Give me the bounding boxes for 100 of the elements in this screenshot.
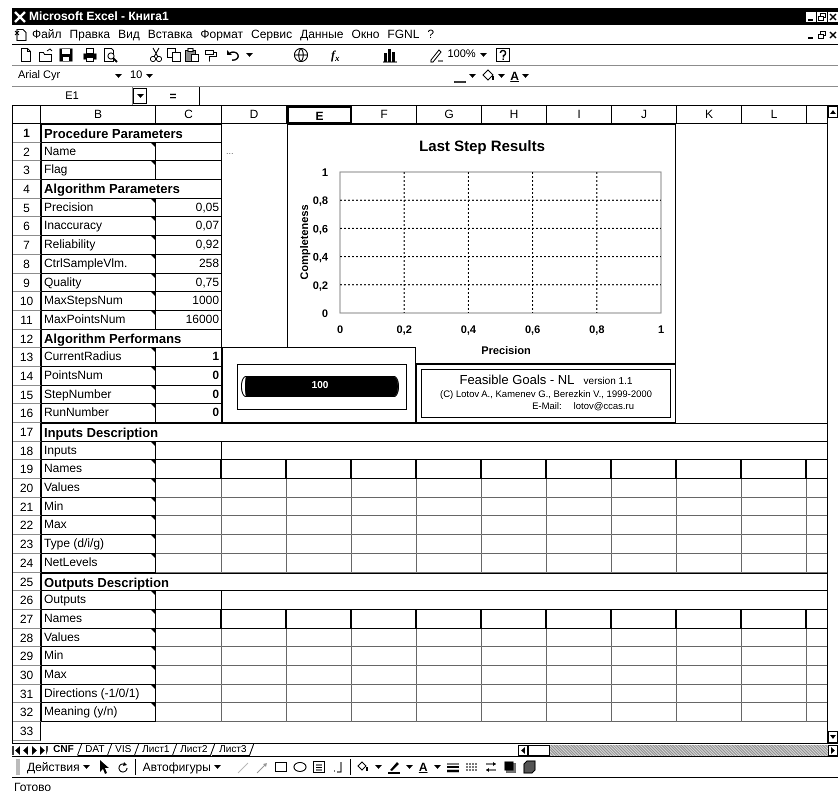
pen-icon[interactable] (428, 47, 444, 63)
undo-icon[interactable] (226, 47, 242, 63)
equals-button[interactable]: = (147, 87, 199, 105)
row-header[interactable]: 30 (13, 666, 41, 685)
first-sheet-icon[interactable] (12, 744, 21, 756)
save-icon[interactable] (58, 47, 74, 63)
column-header[interactable]: H (482, 106, 547, 124)
font-color-button[interactable]: A (509, 70, 520, 82)
caret-icon[interactable] (146, 74, 154, 78)
row-header[interactable]: 2 (13, 142, 41, 162)
row-header[interactable]: 9 (13, 274, 41, 292)
menu-item[interactable]: Вид (114, 27, 144, 42)
caret-icon[interactable] (469, 74, 476, 78)
row-header[interactable]: 13 (13, 348, 41, 367)
chart-icon[interactable] (382, 47, 398, 63)
arrow-style-icon[interactable] (484, 760, 498, 774)
scroll-right-icon[interactable] (828, 744, 838, 756)
menu-item[interactable]: Правка (66, 27, 114, 42)
autoshapes-menu-button[interactable]: Автофигуры (140, 760, 223, 774)
row-header[interactable]: 14 (13, 366, 41, 386)
rotate-icon[interactable] (116, 760, 130, 774)
caret-icon[interactable] (406, 765, 413, 769)
paste-icon[interactable] (184, 47, 200, 63)
row-header[interactable]: 29 (13, 647, 41, 666)
menu-item[interactable]: FGNL (383, 27, 424, 42)
row-header[interactable]: 17 (13, 423, 41, 442)
caret-icon[interactable] (136, 94, 144, 98)
new-document-icon[interactable] (18, 47, 34, 63)
row-header[interactable]: 22 (13, 516, 41, 536)
row-header[interactable]: 8 (13, 254, 41, 274)
row-header[interactable]: 33 (13, 722, 41, 741)
menu-item[interactable]: ? (423, 27, 438, 42)
font-color-button[interactable]: A (418, 761, 429, 773)
row-header[interactable]: 27 (13, 610, 41, 629)
menu-item[interactable]: Сервис (247, 27, 296, 42)
column-header[interactable]: L (742, 106, 807, 124)
scissors-icon[interactable] (148, 47, 164, 63)
printer-icon[interactable] (82, 47, 98, 63)
row-header[interactable]: 24 (13, 554, 41, 572)
column-header[interactable]: D (222, 106, 287, 124)
rectangle-icon[interactable] (274, 760, 288, 774)
row-header[interactable]: 21 (13, 498, 41, 516)
function-button[interactable]: f$_{x}$ (329, 48, 342, 62)
caret-icon[interactable] (434, 765, 441, 769)
text-box-icon[interactable] (312, 760, 326, 774)
row-header[interactable]: 20 (13, 479, 41, 498)
row-header[interactable]: 4 (13, 180, 41, 199)
menu-item[interactable]: Вставка (144, 27, 196, 42)
row-header[interactable]: 16 (13, 404, 41, 423)
copy-icon[interactable] (166, 47, 182, 63)
paint-bucket-icon[interactable] (356, 760, 370, 774)
font-size-field[interactable]: 10 (130, 69, 142, 83)
open-folder-icon[interactable] (38, 47, 54, 63)
row-header[interactable]: 6 (13, 217, 41, 236)
globe-icon[interactable] (293, 47, 309, 63)
restore-icon[interactable] (817, 30, 827, 40)
row-header[interactable]: 1 (13, 124, 41, 143)
actions-menu-button[interactable]: Действия (25, 760, 92, 774)
3d-box-icon[interactable] (522, 760, 536, 774)
column-header[interactable]: B (41, 106, 156, 124)
close-icon[interactable] (828, 30, 838, 40)
scroll-left-icon[interactable] (518, 744, 528, 756)
column-header[interactable]: G (417, 106, 482, 124)
oval-icon[interactable] (292, 760, 307, 774)
row-header[interactable]: 10 (13, 292, 41, 311)
row-header[interactable]: 32 (13, 703, 41, 722)
column-header[interactable]: I (547, 106, 612, 124)
print-preview-icon[interactable] (102, 47, 118, 63)
column-header[interactable]: J (612, 106, 677, 124)
caret-icon[interactable] (115, 74, 122, 78)
column-header[interactable]: F (352, 106, 417, 124)
sheet-tab[interactable]: Лист3 (211, 744, 254, 756)
zoom-field[interactable]: 100% (448, 48, 476, 62)
scrollbar-thumb[interactable] (528, 744, 550, 756)
row-header[interactable]: 12 (13, 330, 41, 348)
row-header[interactable]: 19 (13, 460, 41, 480)
menu-item[interactable]: Окно (347, 27, 384, 42)
column-header[interactable]: K (677, 106, 742, 124)
column-header[interactable]: E (287, 106, 352, 124)
row-header[interactable]: 5 (13, 198, 41, 218)
caret-icon[interactable] (246, 53, 253, 57)
row-header[interactable]: 28 (13, 628, 41, 648)
row-header[interactable]: 7 (13, 236, 41, 255)
menu-item[interactable]: Данные (296, 27, 348, 42)
scroll-down-icon[interactable] (828, 731, 838, 743)
row-header[interactable]: 26 (13, 591, 41, 610)
caret-icon[interactable] (374, 765, 382, 769)
close-icon[interactable] (828, 12, 838, 22)
column-header[interactable]: C (156, 106, 222, 124)
row-header[interactable]: 18 (13, 442, 41, 460)
row-header[interactable]: 11 (13, 310, 41, 330)
row-header[interactable]: 3 (13, 161, 41, 180)
scroll-up-icon[interactable] (828, 106, 838, 118)
brush-icon[interactable] (202, 47, 218, 63)
font-field[interactable]: Arial Cyr (16, 69, 111, 83)
dropdown-button[interactable] (133, 88, 147, 104)
help-icon[interactable] (494, 47, 511, 63)
row-header[interactable]: 25 (13, 572, 41, 592)
row-header[interactable]: 31 (13, 684, 41, 704)
workbook-icon[interactable] (14, 28, 28, 42)
